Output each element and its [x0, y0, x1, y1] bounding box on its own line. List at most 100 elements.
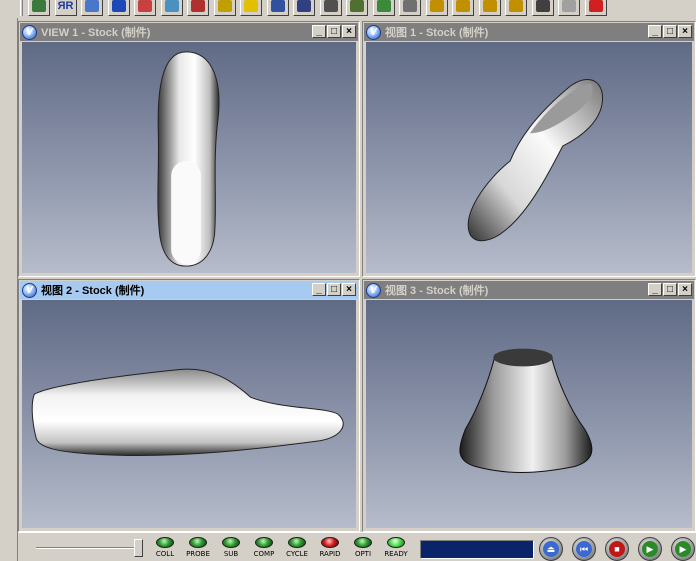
toolpath-icon[interactable]	[293, 0, 315, 16]
indicator-label: COLL	[155, 550, 175, 558]
open-icon[interactable]	[28, 0, 50, 16]
eject-button[interactable]: ⏏	[539, 537, 563, 561]
play-icon: ▶	[675, 541, 691, 557]
maximize-button[interactable]: □	[327, 283, 341, 296]
indicator-rapid: RAPID	[314, 535, 346, 561]
viewport-title: VIEW 1 - Stock (制件)	[41, 27, 151, 39]
cube-icon[interactable]	[213, 0, 236, 16]
tool-icon[interactable]	[187, 0, 209, 16]
indicator-ready: READY	[380, 535, 412, 561]
rotate-left-icon[interactable]	[425, 0, 448, 16]
indicator-label: READY	[384, 550, 408, 558]
progress-bar	[420, 540, 534, 559]
shoe-last-side-view	[31, 368, 344, 457]
indicator-label: RAPID	[319, 550, 341, 558]
eject-icon: ⏏	[543, 541, 559, 557]
probe-icon[interactable]	[240, 0, 262, 16]
minimize-button[interactable]: _	[648, 283, 662, 296]
indicator-label: CYCLE	[286, 550, 308, 558]
indicator-light	[288, 537, 306, 548]
close-button[interactable]: ×	[678, 283, 692, 296]
fit-icon[interactable]	[558, 0, 580, 16]
step-button[interactable]: ▶	[638, 537, 662, 561]
status-bar: COLL PROBE SUB COMP CYCLE RAPID OPTI READY ⏏ ⏮ ■ ▶…	[18, 532, 696, 561]
refresh-icon[interactable]	[478, 0, 501, 16]
indicator-light	[189, 537, 207, 548]
close-button[interactable]: ×	[342, 283, 356, 296]
rewind-button[interactable]: ⏮	[572, 537, 596, 561]
viewport-title-bar[interactable]: V 视图 1 - Stock (制件) _ □ ×	[364, 23, 694, 41]
level-icon[interactable]	[372, 0, 395, 16]
indicator-light	[387, 537, 405, 548]
indicator-probe: PROBE	[182, 535, 214, 561]
viewport-title: 视图 2 - Stock (制件)	[41, 285, 145, 297]
indicator-light	[321, 537, 339, 548]
select-icon-label: ЯR	[57, 0, 74, 12]
indicator-coll: COLL	[149, 535, 181, 561]
rewind-icon: ⏮	[576, 541, 592, 557]
viewport-title: 视图 3 - Stock (制件)	[385, 285, 489, 297]
viewport-view-2[interactable]: V 视图 2 - Stock (制件) _ □ ×	[18, 279, 360, 532]
viewport-canvas[interactable]	[366, 300, 692, 528]
print-icon[interactable]	[399, 0, 421, 16]
toolbar-grip[interactable]	[20, 0, 23, 16]
viewport-canvas[interactable]	[22, 42, 356, 273]
minimize-button[interactable]: _	[648, 25, 662, 38]
rotate-right-icon[interactable]	[452, 0, 474, 16]
indicator-opti: OPTI	[347, 535, 379, 561]
indicator-label: COMP	[253, 550, 275, 558]
indicator-light	[354, 537, 372, 548]
speed-slider-track[interactable]	[36, 547, 142, 549]
info-icon[interactable]	[107, 0, 130, 16]
minimize-button[interactable]: _	[312, 283, 326, 296]
home-icon[interactable]	[81, 0, 103, 16]
indicator-light	[156, 537, 174, 548]
viewport-title-bar[interactable]: V 视图 2 - Stock (制件) _ □ ×	[20, 281, 358, 299]
stop-icon: ■	[609, 541, 625, 557]
book-icon[interactable]	[266, 0, 289, 16]
viewport-title-bar[interactable]: V 视图 3 - Stock (制件) _ □ ×	[364, 281, 694, 299]
vericut-view-icon: V	[22, 282, 37, 298]
indicator-cycle: CYCLE	[281, 535, 313, 561]
indicator-label: OPTI	[354, 550, 372, 558]
indicator-label: PROBE	[186, 550, 210, 558]
view-icon[interactable]	[346, 0, 368, 16]
shoe-last-top-view	[157, 51, 220, 267]
vericut-view-icon: V	[366, 24, 381, 40]
stop-button[interactable]: ■	[605, 537, 629, 561]
indicator-sub: SUB	[215, 535, 247, 561]
viewport-view-3[interactable]: V 视图 3 - Stock (制件) _ □ ×	[362, 279, 696, 532]
close-icon[interactable]	[584, 0, 607, 16]
close-button[interactable]: ×	[342, 25, 356, 38]
draw-icon[interactable]	[134, 0, 156, 16]
viewport-title: 视图 1 - Stock (制件)	[385, 27, 489, 39]
viewport-view-1-cn[interactable]: V 视图 1 - Stock (制件) _ □ ×	[362, 21, 696, 277]
maximize-button[interactable]: □	[663, 25, 677, 38]
indicator-comp: COMP	[248, 535, 280, 561]
shoe-last-iso-view	[467, 79, 603, 242]
left-dock-strip	[0, 18, 18, 561]
indicator-label: SUB	[223, 550, 239, 558]
step-icon: ▶	[642, 541, 658, 557]
select-icon[interactable]: ЯR	[54, 0, 77, 16]
viewport-canvas[interactable]	[22, 300, 356, 528]
vericut-view-icon: V	[366, 282, 381, 298]
pan-icon[interactable]	[531, 0, 554, 16]
surface-icon[interactable]	[160, 0, 183, 16]
layers-icon[interactable]	[319, 0, 342, 16]
viewport-title-bar[interactable]: V VIEW 1 - Stock (制件) _ □ ×	[20, 23, 358, 41]
maximize-button[interactable]: □	[663, 283, 677, 296]
minimize-button[interactable]: _	[312, 25, 326, 38]
indicator-light	[255, 537, 273, 548]
maximize-button[interactable]: □	[327, 25, 341, 38]
speed-slider-thumb[interactable]	[134, 539, 143, 557]
play-button[interactable]: ▶	[671, 537, 695, 561]
shoe-last-front-view	[459, 348, 593, 473]
viewport-canvas[interactable]	[366, 42, 692, 273]
main-toolbar: ЯR	[0, 0, 696, 18]
indicator-light	[222, 537, 240, 548]
close-button[interactable]: ×	[678, 25, 692, 38]
viewport-view-1[interactable]: V VIEW 1 - Stock (制件) _ □ ×	[18, 21, 360, 277]
zoom-icon[interactable]	[505, 0, 527, 16]
vericut-view-icon: V	[22, 24, 37, 40]
